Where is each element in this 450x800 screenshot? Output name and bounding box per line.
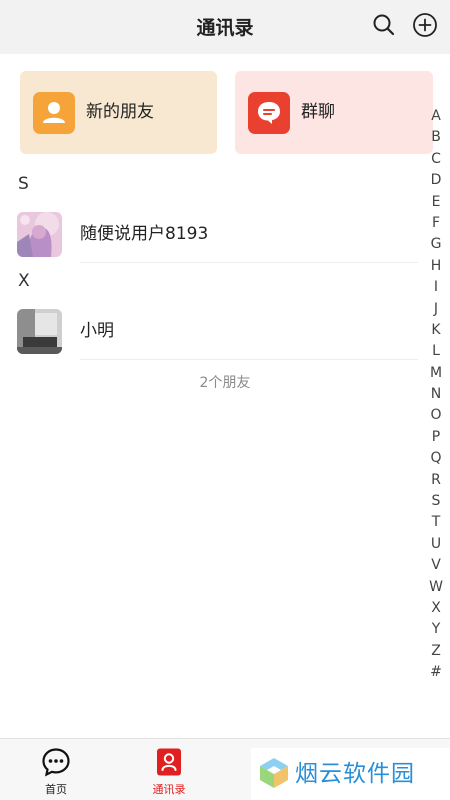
index-letter-n[interactable]: N: [426, 384, 446, 405]
contact-name: 随便说用户8193: [80, 224, 209, 244]
chat-dots-icon: [41, 747, 71, 777]
watermark-text: 烟云软件园: [295, 761, 415, 787]
index-letter-j[interactable]: J: [426, 299, 446, 320]
index-letter-t[interactable]: T: [426, 512, 446, 533]
index-letter-u[interactable]: U: [426, 534, 446, 555]
index-letter-z[interactable]: Z: [426, 641, 446, 662]
contact-item[interactable]: 随便说用户8193: [0, 205, 420, 263]
index-letter-d[interactable]: D: [426, 170, 446, 191]
new-friends-label: 新的朋友: [86, 102, 154, 122]
index-letter-hash[interactable]: #: [426, 662, 446, 683]
index-letter-f[interactable]: F: [426, 213, 446, 234]
index-letter-s[interactable]: S: [426, 491, 446, 512]
tab-contacts[interactable]: 通讯录: [134, 739, 204, 800]
contact-name: 小明: [80, 321, 114, 341]
divider: [80, 262, 418, 263]
chat-bubble-icon: [248, 92, 290, 134]
watermark: 烟云软件园: [251, 748, 450, 800]
index-letter-v[interactable]: V: [426, 555, 446, 576]
avatar: [17, 212, 62, 257]
search-button[interactable]: [371, 12, 397, 38]
divider: [80, 359, 418, 360]
contact-item[interactable]: 小明: [0, 302, 420, 360]
index-letter-x[interactable]: X: [426, 598, 446, 619]
contacts-icon: [154, 747, 184, 777]
index-letter-h[interactable]: H: [426, 256, 446, 277]
section-header-x: X: [18, 271, 30, 291]
top-navigation-bar: 通讯录: [0, 0, 450, 54]
add-button[interactable]: [412, 12, 438, 38]
index-letter-q[interactable]: Q: [426, 448, 446, 469]
index-letter-m[interactable]: M: [426, 363, 446, 384]
section-header-s: S: [18, 174, 29, 194]
friend-count: 2个朋友: [199, 375, 251, 391]
index-letter-i[interactable]: I: [426, 277, 446, 298]
index-letter-k[interactable]: K: [426, 320, 446, 341]
index-letter-a[interactable]: A: [426, 106, 446, 127]
group-chat-card[interactable]: 群聊: [235, 71, 433, 154]
cube-logo-icon: [257, 756, 291, 790]
index-letter-g[interactable]: G: [426, 234, 446, 255]
add-circle-icon: [413, 13, 437, 37]
alphabet-index-bar[interactable]: A B C D E F G H I J K L M N O P Q R S T U V W X Y Z #: [426, 106, 446, 684]
index-letter-e[interactable]: E: [426, 192, 446, 213]
tab-home[interactable]: 首页: [21, 739, 91, 800]
index-letter-b[interactable]: B: [426, 127, 446, 148]
avatar: [17, 309, 62, 354]
index-letter-r[interactable]: R: [426, 470, 446, 491]
new-friends-card[interactable]: 新的朋友: [20, 71, 217, 154]
index-letter-c[interactable]: C: [426, 149, 446, 170]
index-letter-p[interactable]: P: [426, 427, 446, 448]
tab-contacts-label: 通讯录: [152, 783, 186, 796]
group-chat-label: 群聊: [301, 102, 335, 122]
tab-home-label: 首页: [45, 783, 67, 796]
index-letter-l[interactable]: L: [426, 341, 446, 362]
search-icon: [373, 14, 395, 36]
user-icon: [33, 92, 75, 134]
index-letter-w[interactable]: W: [426, 577, 446, 598]
index-letter-o[interactable]: O: [426, 405, 446, 426]
index-letter-y[interactable]: Y: [426, 619, 446, 640]
